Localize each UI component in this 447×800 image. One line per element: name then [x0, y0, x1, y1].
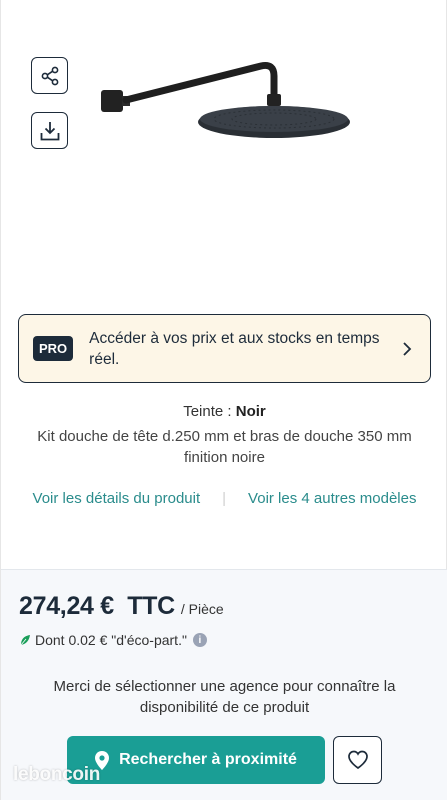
download-icon [40, 121, 59, 140]
price-unit: / Pièce [180, 601, 224, 617]
teinte-label: Teinte : [183, 403, 232, 420]
eco-participation: Dont 0.02 € "d'éco-part." i [19, 632, 207, 648]
link-separator: | [222, 490, 227, 507]
leaf-icon [19, 634, 31, 646]
product-page: PRO Accéder à vos prix et aux stocks en … [0, 0, 447, 800]
product-description: Kit douche de tête d.250 mm et bras de d… [37, 428, 412, 466]
share-button[interactable] [31, 57, 68, 94]
other-models-link[interactable]: Voir les 4 autres modèles [248, 490, 416, 507]
share-icon [41, 66, 58, 85]
price-row: 274,24 € TTC / Pièce [19, 592, 224, 621]
info-icon[interactable]: i [192, 633, 207, 647]
pro-banner[interactable]: PRO Accéder à vos prix et aux stocks en … [18, 314, 431, 383]
eco-text: Dont 0.02 € "d'éco-part." [35, 632, 187, 648]
download-button[interactable] [31, 112, 68, 149]
price: 274,24 € TTC [19, 592, 175, 620]
teinte-line: Teinte : Noir [1, 403, 447, 420]
pro-banner-text: Accéder à vos prix et aux stocks en temp… [89, 329, 380, 368]
search-nearby-button[interactable]: Rechercher à proximité [67, 736, 325, 784]
pro-badge: PRO [33, 336, 74, 361]
search-nearby-label: Rechercher à proximité [119, 751, 297, 768]
product-image [101, 62, 350, 138]
favorite-button[interactable] [333, 736, 382, 784]
agency-message: Merci de sélectionner une agence pour co… [53, 678, 396, 716]
product-links: Voir les détails du produit | Voir les 4… [1, 490, 447, 507]
teinte-value: Noir [235, 403, 266, 420]
details-link[interactable]: Voir les détails du produit [33, 490, 201, 507]
watermark: leboncoin [13, 764, 101, 785]
heart-icon [347, 750, 368, 770]
chevron-right-icon [398, 340, 416, 358]
